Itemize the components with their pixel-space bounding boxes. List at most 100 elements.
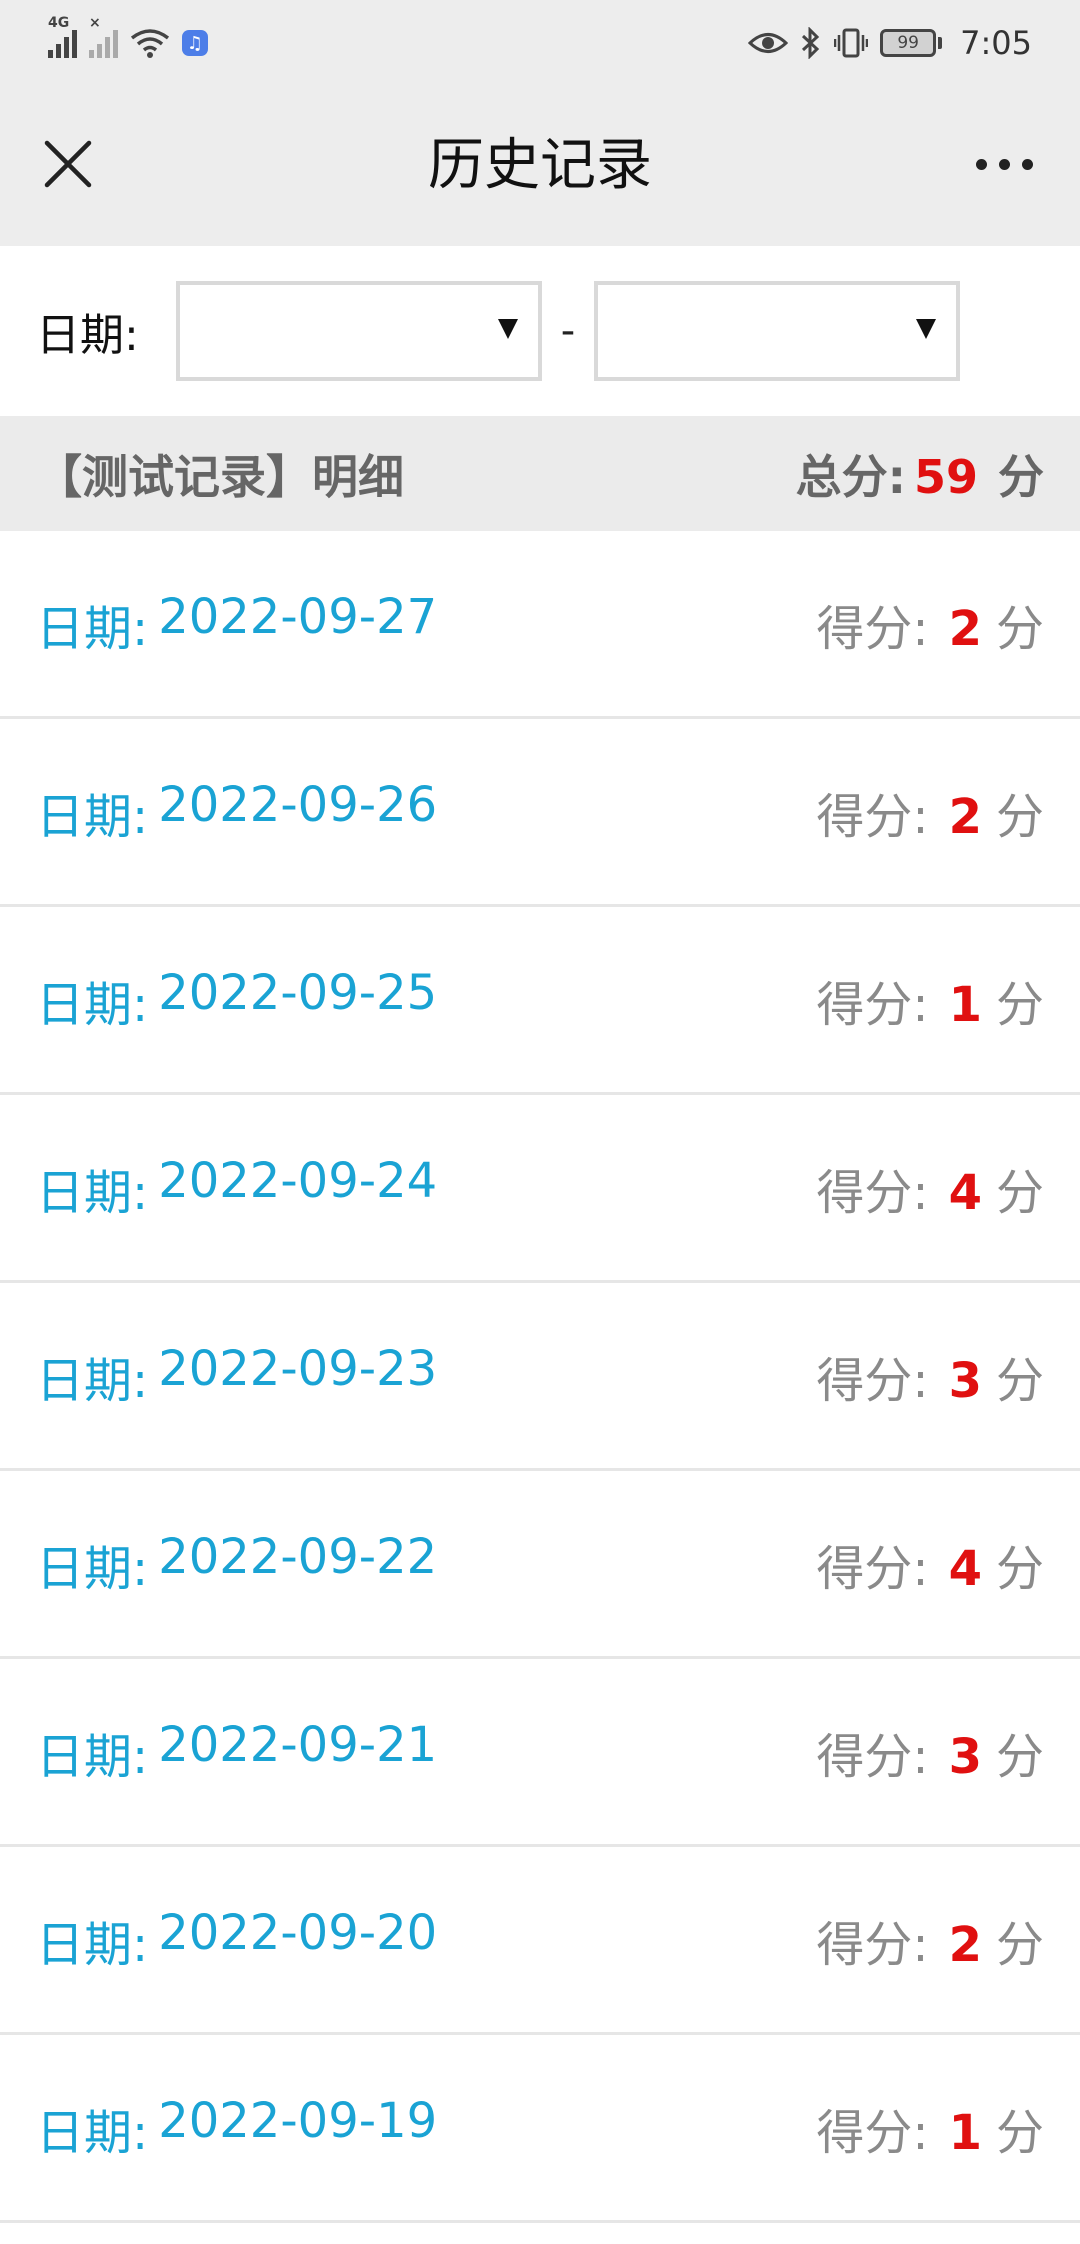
music-app-icon: ♫	[182, 30, 208, 56]
record-score-unit: 分	[995, 1540, 1044, 1597]
date-filter-row: 日期: -	[0, 246, 1080, 416]
record-date: 日期: 2022-09-26	[36, 777, 437, 847]
record-score-label: 得分:	[816, 600, 929, 657]
record-list: 日期: 2022-09-27 得分: 2 分 日期: 2022-09-26 得分…	[0, 531, 1080, 2223]
record-row[interactable]: 日期: 2022-09-20 得分: 2 分	[0, 1847, 1080, 2035]
total-score-label: 总分:	[795, 449, 906, 504]
record-score-label: 得分:	[816, 788, 929, 845]
close-icon	[44, 140, 92, 188]
record-date: 日期: 2022-09-19	[36, 2093, 437, 2163]
dropdown-caret-icon	[916, 319, 936, 339]
record-date-value: 2022-09-22	[158, 1528, 438, 1585]
record-date-label: 日期:	[36, 976, 149, 1033]
record-score: 得分: 2 分	[816, 777, 1044, 847]
record-date: 日期: 2022-09-21	[36, 1717, 437, 1787]
network-label: 4G	[48, 15, 70, 31]
record-score: 得分: 4 分	[816, 1153, 1044, 1223]
record-score-value: 2	[948, 788, 982, 845]
total-score: 总分: 59 分	[796, 441, 1044, 507]
status-left: 4G × ♫	[48, 16, 208, 58]
signal-no-sim-icon: ×	[89, 16, 118, 58]
record-date-value: 2022-09-20	[158, 1904, 438, 1961]
bluetooth-icon	[802, 27, 820, 59]
record-score-unit: 分	[995, 788, 1044, 845]
record-score-value: 2	[948, 1916, 982, 1973]
record-row[interactable]: 日期: 2022-09-19 得分: 1 分	[0, 2035, 1080, 2223]
more-button[interactable]	[964, 132, 1044, 196]
date-range-separator: -	[560, 308, 576, 354]
record-score-value: 3	[948, 1352, 982, 1409]
status-bar: 4G × ♫ 99 7:05	[0, 0, 1080, 86]
record-score-value: 4	[948, 1164, 982, 1221]
record-date-label: 日期:	[36, 1540, 149, 1597]
record-score-unit: 分	[995, 1728, 1044, 1785]
record-date: 日期: 2022-09-20	[36, 1905, 437, 1975]
record-score-unit: 分	[995, 976, 1044, 1033]
record-score-unit: 分	[995, 1352, 1044, 1409]
record-row[interactable]: 日期: 2022-09-23 得分: 3 分	[0, 1283, 1080, 1471]
more-icon	[975, 158, 987, 170]
record-date-value: 2022-09-25	[158, 964, 438, 1021]
record-date-label: 日期:	[36, 1916, 149, 1973]
start-date-select[interactable]	[176, 281, 542, 381]
end-date-select[interactable]	[594, 281, 960, 381]
record-row[interactable]: 日期: 2022-09-24 得分: 4 分	[0, 1095, 1080, 1283]
signal-4g-icon: 4G	[48, 16, 77, 58]
record-date: 日期: 2022-09-23	[36, 1341, 437, 1411]
status-right: 99 7:05	[748, 24, 1032, 62]
record-date-value: 2022-09-21	[158, 1716, 438, 1773]
total-score-unit: 分	[998, 449, 1044, 504]
eye-comfort-icon	[748, 33, 789, 53]
record-date: 日期: 2022-09-22	[36, 1529, 437, 1599]
close-button[interactable]	[36, 132, 100, 196]
summary-title: 【测试记录】明细	[36, 449, 404, 504]
record-score: 得分: 4 分	[816, 1529, 1044, 1599]
date-filter-label: 日期:	[36, 310, 139, 361]
record-score-unit: 分	[995, 1916, 1044, 1973]
record-row[interactable]: 日期: 2022-09-26 得分: 2 分	[0, 719, 1080, 907]
vibrate-icon	[834, 28, 869, 58]
record-score: 得分: 2 分	[816, 589, 1044, 659]
summary-bar: 【测试记录】明细 总分: 59 分	[0, 416, 1080, 531]
record-score: 得分: 1 分	[816, 2093, 1044, 2163]
record-date-label: 日期:	[36, 600, 149, 657]
record-score-label: 得分:	[816, 1164, 929, 1221]
record-row[interactable]: 日期: 2022-09-22 得分: 4 分	[0, 1471, 1080, 1659]
record-score-label: 得分:	[816, 1728, 929, 1785]
record-score: 得分: 1 分	[816, 965, 1044, 1035]
record-row[interactable]: 日期: 2022-09-27 得分: 2 分	[0, 531, 1080, 719]
record-score-value: 3	[948, 1728, 982, 1785]
dropdown-caret-icon	[498, 319, 518, 339]
record-score-unit: 分	[995, 600, 1044, 657]
title-bar: 历史记录	[0, 86, 1080, 246]
record-date-value: 2022-09-19	[158, 2092, 438, 2149]
record-score: 得分: 3 分	[816, 1717, 1044, 1787]
record-row[interactable]: 日期: 2022-09-21 得分: 3 分	[0, 1659, 1080, 1847]
record-score: 得分: 2 分	[816, 1905, 1044, 1975]
record-score-unit: 分	[995, 2104, 1044, 2161]
record-score-value: 1	[948, 2104, 982, 2161]
record-date: 日期: 2022-09-24	[36, 1153, 437, 1223]
record-score-label: 得分:	[816, 2104, 929, 2161]
record-date: 日期: 2022-09-27	[36, 589, 437, 659]
record-date-label: 日期:	[36, 1164, 149, 1221]
wifi-icon	[130, 29, 170, 58]
record-score-label: 得分:	[816, 1916, 929, 1973]
record-score-value: 1	[948, 976, 982, 1033]
battery-level: 99	[880, 29, 937, 57]
record-date-value: 2022-09-26	[158, 776, 438, 833]
record-score-value: 4	[948, 1540, 982, 1597]
battery-icon: 99	[880, 29, 943, 57]
record-score-value: 2	[948, 600, 982, 657]
record-score-unit: 分	[995, 1164, 1044, 1221]
record-date-label: 日期:	[36, 1728, 149, 1785]
total-score-value: 59	[913, 449, 978, 504]
page-title: 历史记录	[428, 133, 652, 198]
record-score-label: 得分:	[816, 976, 929, 1033]
record-date: 日期: 2022-09-25	[36, 965, 437, 1035]
status-time: 7:05	[960, 24, 1032, 62]
record-date-label: 日期:	[36, 788, 149, 845]
record-row[interactable]: 日期: 2022-09-25 得分: 1 分	[0, 907, 1080, 1095]
record-date-value: 2022-09-23	[158, 1340, 438, 1397]
record-date-label: 日期:	[36, 2104, 149, 2161]
